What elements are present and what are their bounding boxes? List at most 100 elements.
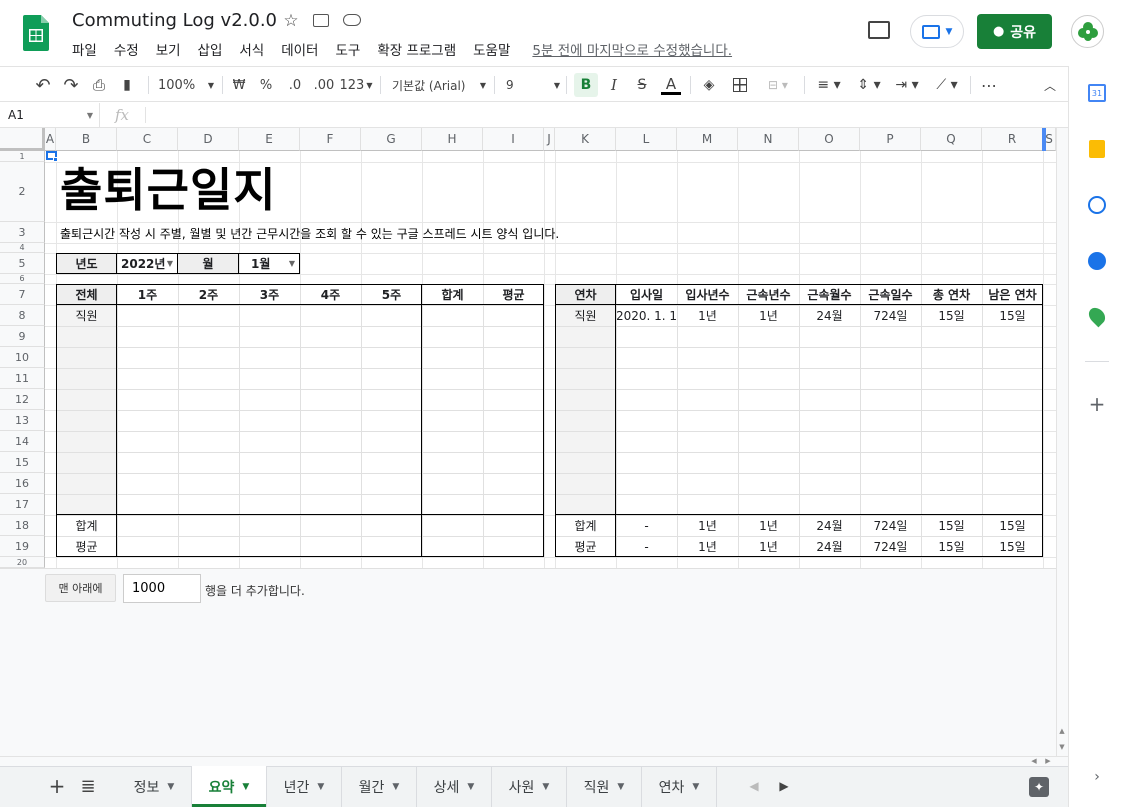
bold-button[interactable]: B bbox=[574, 73, 598, 97]
more-formats-button[interactable]: 123 ▼ bbox=[340, 73, 373, 97]
fill-handle[interactable] bbox=[53, 157, 58, 162]
expand-panel-icon[interactable]: › bbox=[1089, 768, 1105, 786]
chevron-down-icon[interactable]: ▼ bbox=[467, 782, 474, 792]
column-header-g[interactable]: G bbox=[361, 128, 422, 151]
scroll-thumb-right-edge[interactable] bbox=[1042, 128, 1046, 151]
print-icon[interactable]: ⎙ bbox=[88, 73, 110, 97]
calendar-icon[interactable]: 31 bbox=[1088, 84, 1106, 102]
scroll-right-icon[interactable]: ▶ bbox=[1042, 756, 1054, 766]
strikethrough-button[interactable]: S bbox=[631, 73, 653, 97]
font-size-select[interactable]: 9 ▼ bbox=[506, 73, 560, 97]
menu-help[interactable]: 도움말 bbox=[473, 39, 510, 59]
horizontal-scrollbar[interactable] bbox=[0, 756, 1068, 766]
name-box[interactable]: A1 ▼ bbox=[0, 103, 100, 127]
chevron-down-icon[interactable]: ▼ bbox=[242, 782, 249, 792]
row-header-11[interactable]: 11 bbox=[0, 368, 45, 389]
row-header-7[interactable]: 7 bbox=[0, 284, 45, 305]
menu-file[interactable]: 파일 bbox=[72, 39, 97, 59]
row-header-4[interactable]: 4 bbox=[0, 243, 45, 253]
italic-button[interactable]: I bbox=[603, 73, 625, 97]
chevron-down-icon[interactable]: ▼ bbox=[542, 782, 549, 792]
paint-format-icon[interactable]: ▮ bbox=[116, 73, 138, 97]
vertical-align-icon[interactable]: ⇕ ▾ bbox=[852, 73, 886, 97]
tab-scroll-right-icon[interactable]: ▶ bbox=[776, 776, 792, 796]
menu-data[interactable]: 데이터 bbox=[281, 39, 318, 59]
tasks-icon[interactable] bbox=[1088, 196, 1106, 214]
share-button[interactable]: ● 공유 bbox=[977, 14, 1052, 49]
column-header-r[interactable]: R bbox=[982, 128, 1043, 151]
menu-format[interactable]: 서식 bbox=[239, 39, 264, 59]
move-folder-icon[interactable] bbox=[313, 14, 329, 27]
select-all-corner[interactable] bbox=[0, 128, 45, 151]
month-dropdown[interactable]: 1월 ▼ bbox=[239, 253, 300, 274]
row-header-2[interactable]: 2 bbox=[0, 162, 45, 222]
column-header-h[interactable]: H bbox=[422, 128, 483, 151]
merge-cells-icon[interactable]: ⊟ ▾ bbox=[760, 73, 796, 97]
tab-scroll-left-icon[interactable]: ◀ bbox=[746, 776, 762, 796]
collapse-menu-icon[interactable]: ︿ bbox=[1040, 73, 1060, 97]
row-header-8[interactable]: 8 bbox=[0, 305, 45, 326]
align-left-icon[interactable]: ≡ ▾ bbox=[812, 73, 846, 97]
column-header-b[interactable]: B bbox=[56, 128, 117, 151]
row-header-17[interactable]: 17 bbox=[0, 494, 45, 515]
row-header-19[interactable]: 19 bbox=[0, 536, 45, 557]
column-header-i[interactable]: I bbox=[483, 128, 544, 151]
column-header-d[interactable]: D bbox=[178, 128, 239, 151]
row-header-13[interactable]: 13 bbox=[0, 410, 45, 431]
sheet-tab-8[interactable]: 연차 ▼ bbox=[642, 766, 717, 807]
present-button[interactable]: ▼ bbox=[910, 15, 964, 48]
doc-title[interactable]: Commuting Log v2.0.0 bbox=[72, 10, 277, 31]
menu-edit[interactable]: 수정 bbox=[114, 39, 139, 59]
maps-icon[interactable] bbox=[1085, 304, 1109, 328]
add-rows-button[interactable]: 맨 아래에 bbox=[45, 574, 116, 602]
scroll-up-icon[interactable]: ▲ bbox=[1056, 724, 1068, 738]
explore-icon[interactable]: ✦ bbox=[1029, 777, 1049, 797]
undo-icon[interactable]: ↶ bbox=[32, 73, 54, 97]
cloud-status-icon[interactable] bbox=[343, 14, 361, 26]
row-header-5[interactable]: 5 bbox=[0, 253, 45, 274]
column-header-l[interactable]: L bbox=[616, 128, 677, 151]
column-header-e[interactable]: E bbox=[239, 128, 300, 151]
fill-color-icon[interactable]: ◈ bbox=[698, 73, 720, 97]
avatar[interactable] bbox=[1071, 15, 1104, 48]
column-header-a[interactable]: A bbox=[45, 128, 56, 151]
column-header-c[interactable]: C bbox=[117, 128, 178, 151]
comment-icon[interactable] bbox=[868, 21, 890, 39]
star-icon[interactable]: ☆ bbox=[282, 11, 300, 31]
row-header-10[interactable]: 10 bbox=[0, 347, 45, 368]
column-header-o[interactable]: O bbox=[799, 128, 860, 151]
text-color-button[interactable]: A bbox=[660, 73, 682, 97]
chevron-down-icon[interactable]: ▼ bbox=[617, 782, 624, 792]
contacts-icon[interactable] bbox=[1088, 252, 1106, 270]
menu-extensions[interactable]: 확장 프로그램 bbox=[377, 39, 456, 59]
column-header-k[interactable]: K bbox=[555, 128, 616, 151]
row-header-6[interactable]: 6 bbox=[0, 274, 45, 284]
column-header-f[interactable]: F bbox=[300, 128, 361, 151]
chevron-down-icon[interactable]: ▼ bbox=[392, 782, 399, 792]
scroll-down-icon[interactable]: ▼ bbox=[1056, 740, 1068, 754]
more-icon[interactable]: ⋯ bbox=[978, 73, 1000, 97]
row-header-14[interactable]: 14 bbox=[0, 431, 45, 452]
sheet-tab-3[interactable]: 년간 ▼ bbox=[267, 766, 342, 807]
keep-icon[interactable] bbox=[1089, 140, 1105, 158]
borders-icon[interactable] bbox=[730, 73, 750, 97]
sheet-tab-7[interactable]: 직원 ▼ bbox=[567, 766, 642, 807]
sheet-tab-1[interactable]: 정보 ▼ bbox=[117, 766, 192, 807]
text-wrap-icon[interactable]: ⇥ ▾ bbox=[890, 73, 924, 97]
row-header-20[interactable]: 20 bbox=[0, 557, 45, 568]
redo-icon[interactable]: ↷ bbox=[60, 73, 82, 97]
menu-tools[interactable]: 도구 bbox=[335, 39, 360, 59]
chevron-down-icon[interactable]: ▼ bbox=[317, 782, 324, 792]
column-header-n[interactable]: N bbox=[738, 128, 799, 151]
year-dropdown[interactable]: 2022년 ▼ bbox=[117, 253, 178, 274]
menu-insert[interactable]: 삽입 bbox=[198, 39, 223, 59]
row-header-12[interactable]: 12 bbox=[0, 389, 45, 410]
decrease-decimal-button[interactable]: .0 bbox=[284, 73, 306, 97]
add-rows-input[interactable]: 1000 bbox=[123, 574, 201, 603]
column-header-j[interactable]: J bbox=[544, 128, 555, 151]
vertical-scrollbar[interactable] bbox=[1056, 128, 1068, 756]
currency-button[interactable]: ₩ bbox=[230, 73, 248, 97]
last-edit-link[interactable]: 5분 전에 마지막으로 수정했습니다. bbox=[532, 39, 732, 59]
sheet-tab-4[interactable]: 월간 ▼ bbox=[342, 766, 417, 807]
column-header-p[interactable]: P bbox=[860, 128, 921, 151]
